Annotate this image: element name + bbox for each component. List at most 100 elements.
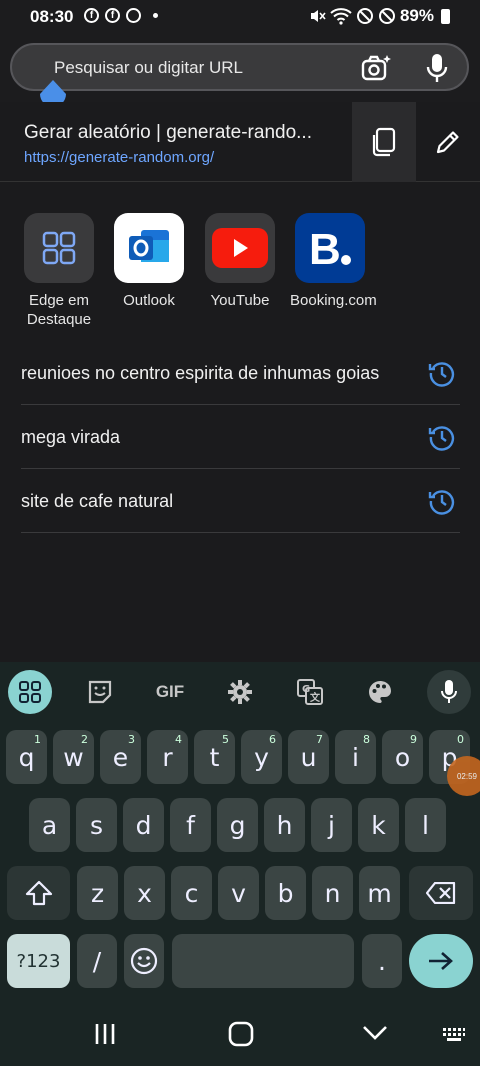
facebook-icon: f	[84, 8, 99, 23]
history-item[interactable]: site de cafe natural	[21, 469, 460, 533]
backspace-icon	[426, 882, 456, 904]
edit-url-button[interactable]	[416, 102, 480, 182]
key-o[interactable]: o9	[382, 730, 423, 784]
shift-key[interactable]	[7, 866, 70, 920]
key-i[interactable]: i8	[335, 730, 376, 784]
backspace-key[interactable]	[409, 866, 473, 920]
back-down-chevron-icon[interactable]	[362, 1024, 388, 1042]
key-number-hint: 8	[363, 733, 370, 746]
key-w[interactable]: w2	[53, 730, 94, 784]
blocked-icon	[378, 8, 395, 24]
key-a[interactable]: a	[29, 798, 70, 852]
key-h[interactable]: h	[264, 798, 305, 852]
apps-grid-icon	[19, 681, 41, 703]
key-g[interactable]: g	[217, 798, 258, 852]
screen-recorder-bubble[interactable]: 02:59	[447, 756, 480, 796]
key-q[interactable]: q1	[6, 730, 47, 784]
key-x[interactable]: x	[124, 866, 165, 920]
history-item[interactable]: mega virada	[21, 405, 460, 469]
sticker-button[interactable]	[78, 670, 122, 714]
go-enter-key[interactable]	[409, 934, 473, 988]
key-number-hint: 4	[175, 733, 182, 746]
gear-icon	[228, 680, 252, 704]
key-number-hint: 9	[410, 733, 417, 746]
emoji-key[interactable]	[124, 934, 164, 988]
symbols-key[interactable]: ?123	[7, 934, 70, 988]
gif-button[interactable]: GIF	[148, 670, 192, 714]
key-u[interactable]: u7	[288, 730, 329, 784]
key-number-hint: 1	[34, 733, 41, 746]
key-e[interactable]: e3	[100, 730, 141, 784]
top-site-booking[interactable]: B Booking.com	[290, 213, 377, 310]
settings-button[interactable]	[218, 670, 262, 714]
slash-key[interactable]: /	[77, 934, 117, 988]
key-j[interactable]: j	[311, 798, 352, 852]
recent-apps-icon[interactable]	[93, 1022, 117, 1046]
key-f[interactable]: f	[170, 798, 211, 852]
history-clock-icon	[428, 490, 455, 515]
key-k[interactable]: k	[358, 798, 399, 852]
key-number-hint: 2	[81, 733, 88, 746]
history-item-text: mega virada	[21, 427, 121, 447]
history-item-text: site de cafe natural	[21, 491, 174, 511]
translate-icon: G 文	[297, 679, 323, 705]
key-b[interactable]: b	[265, 866, 306, 920]
history-clock-icon	[428, 362, 455, 387]
visual-search-camera-icon[interactable]	[361, 54, 391, 82]
translate-button[interactable]: G 文	[288, 670, 332, 714]
palette-icon	[369, 681, 391, 703]
svg-text:B: B	[309, 225, 341, 272]
emoji-icon	[130, 947, 158, 975]
keyboard-voice-button[interactable]	[427, 670, 471, 714]
period-key[interactable]: .	[362, 934, 402, 988]
system-status-icons: 89%	[308, 6, 450, 26]
key-number-hint: 0	[457, 733, 464, 746]
facebook-icon: f	[105, 8, 120, 23]
home-icon[interactable]	[228, 1021, 254, 1047]
sticker-icon	[88, 680, 112, 704]
notification-icons: f f	[84, 8, 158, 23]
top-site-outlook[interactable]: Outlook	[109, 213, 189, 310]
pencil-icon	[436, 131, 459, 154]
suggestion-url: https://generate-random.org/	[24, 149, 215, 166]
key-d[interactable]: d	[123, 798, 164, 852]
key-t[interactable]: t5	[194, 730, 235, 784]
address-bar-area: Pesquisar ou digitar URL	[0, 34, 480, 102]
key-n[interactable]: n	[312, 866, 353, 920]
arrow-right-icon	[429, 952, 453, 970]
wifi-icon	[330, 8, 352, 25]
history-clock-icon	[428, 426, 455, 451]
key-l[interactable]: l	[405, 798, 446, 852]
key-v[interactable]: v	[218, 866, 259, 920]
keyboard-toolbar: GIF G 文	[0, 662, 480, 720]
history-item[interactable]: reunioes no centro espirita de inhumas g…	[21, 341, 460, 405]
outlook-icon	[114, 213, 184, 283]
key-y[interactable]: y6	[241, 730, 282, 784]
more-notifications-dot-icon	[153, 13, 158, 18]
status-time: 08:30	[30, 7, 74, 26]
search-input[interactable]: Pesquisar ou digitar URL	[54, 58, 243, 78]
key-c[interactable]: c	[171, 866, 212, 920]
top-site-edge-em-destaque[interactable]: Edge em Destaque	[19, 213, 99, 329]
key-z[interactable]: z	[77, 866, 118, 920]
top-site-youtube[interactable]: YouTube	[200, 213, 280, 310]
theme-button[interactable]	[358, 670, 402, 714]
mic-icon	[441, 680, 457, 703]
top-site-label: Edge em Destaque	[26, 292, 92, 328]
key-r[interactable]: r4	[147, 730, 188, 784]
do-not-disturb-icon	[356, 8, 373, 24]
voice-search-mic-icon[interactable]	[425, 53, 449, 83]
key-number-hint: 5	[222, 733, 229, 746]
keyboard-switch-icon[interactable]	[442, 1026, 466, 1044]
navigation-bar	[0, 1000, 480, 1066]
space-key[interactable]	[172, 934, 354, 988]
status-bar: 08:30 f f 89%	[0, 0, 480, 34]
key-s[interactable]: s	[76, 798, 117, 852]
current-page-suggestion[interactable]: Gerar aleatório | generate-rando... http…	[0, 102, 480, 182]
keyboard-apps-button[interactable]	[8, 670, 52, 714]
copy-url-button[interactable]	[352, 102, 416, 182]
battery-percent: 89%	[399, 6, 434, 25]
key-number-hint: 7	[316, 733, 323, 746]
address-bar[interactable]: Pesquisar ou digitar URL	[10, 43, 469, 91]
key-m[interactable]: m	[359, 866, 400, 920]
